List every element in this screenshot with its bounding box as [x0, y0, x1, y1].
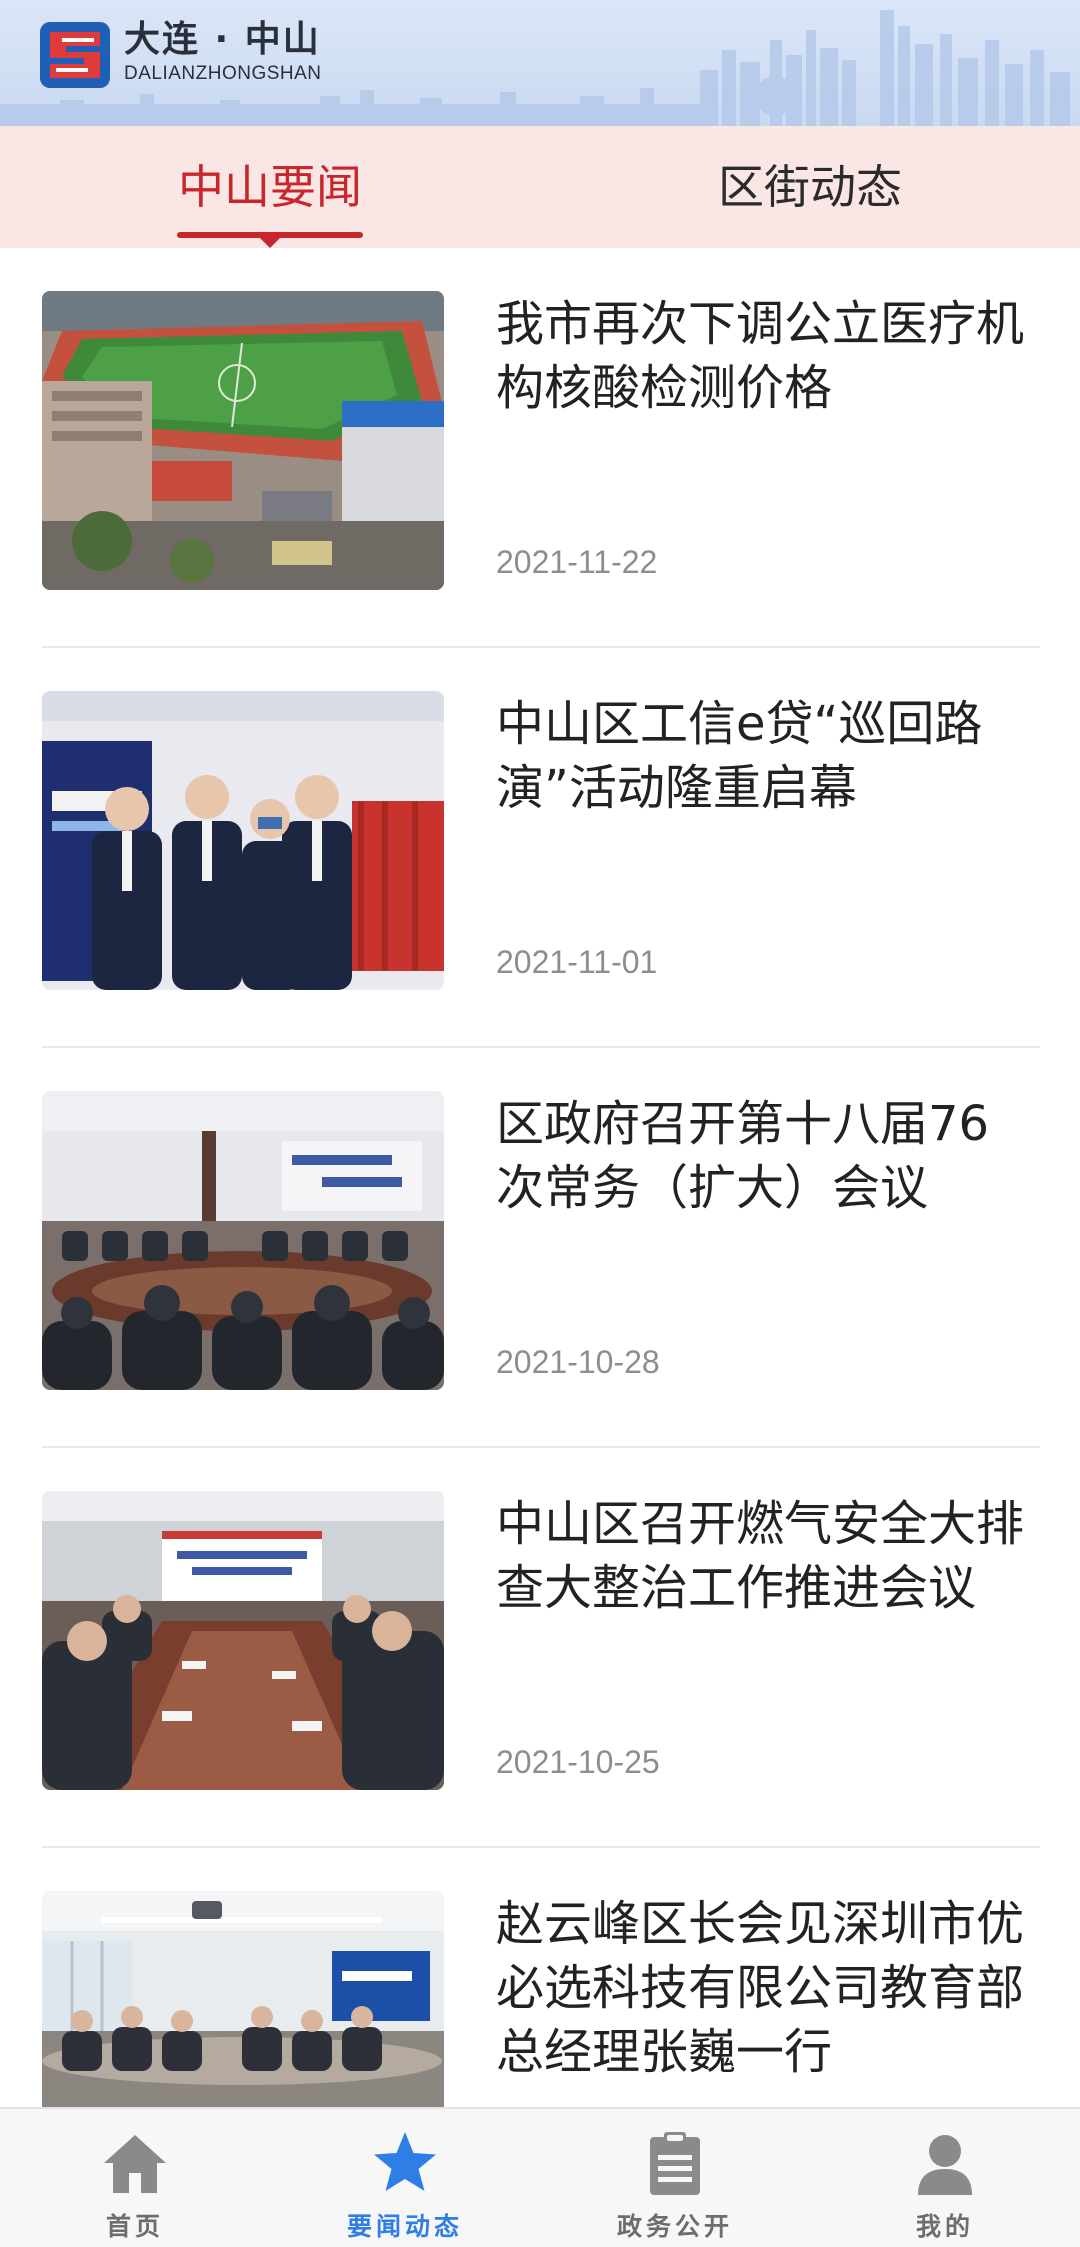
bottom-nav: 首页 要闻动态 政务公开 我的	[0, 2107, 1080, 2247]
nav-label: 政务公开	[616, 2212, 733, 2241]
clipboard-icon	[650, 2132, 700, 2195]
nav-label: 要闻动态	[346, 2212, 463, 2241]
news-thumbnail	[42, 291, 444, 590]
news-date: 2021-10-25	[496, 1744, 660, 1780]
news-item[interactable]: 中山区工信e贷“巡回路演”活动隆重启幕 2021-11-01	[42, 648, 1040, 1048]
news-item[interactable]: 区政府召开第十八届76次常务（扩大）会议 2021-10-28	[42, 1048, 1040, 1448]
news-thumbnail	[42, 691, 444, 990]
news-date: 2021-11-22	[496, 544, 658, 580]
news-title: 赵云峰区长会见深圳市优必选科技有限公司教育部总经理张巍一行	[496, 1896, 1025, 2080]
tab-label: 中山要闻	[178, 160, 362, 214]
nav-label: 我的	[915, 2212, 974, 2241]
news-date: 2021-10-28	[496, 1344, 660, 1380]
home-icon	[104, 2135, 166, 2193]
tab-label: 区街动态	[718, 160, 902, 214]
news-thumbnail	[42, 1491, 444, 1790]
news-title: 区政府召开第十八届76次常务（扩大）会议	[496, 1096, 990, 1216]
tab-bar: 中山要闻 区街动态	[0, 126, 1080, 248]
news-item[interactable]: 中山区召开燃气安全大排查大整治工作推进会议 2021-10-25	[42, 1448, 1040, 1848]
brand-name-en: DALIANZHONGSHAN	[124, 63, 322, 84]
brand-name-cn: 大连 · 中山	[124, 19, 321, 60]
app-logo-icon	[40, 22, 110, 88]
news-item[interactable]: 我市再次下调公立医疗机构核酸检测价格 2021-11-22	[42, 248, 1040, 648]
news-title: 中山区工信e贷“巡回路演”活动隆重启幕	[496, 696, 983, 816]
nav-label: 首页	[105, 2212, 164, 2241]
news-date: 2021-11-01	[496, 944, 658, 980]
user-icon	[918, 2135, 972, 2195]
nav-home[interactable]: 首页	[0, 2109, 270, 2247]
news-item[interactable]: 赵云峰区长会见深圳市优必选科技有限公司教育部总经理张巍一行	[42, 1848, 1040, 2108]
tab-caret-icon	[260, 238, 280, 248]
news-list: 我市再次下调公立医疗机构核酸检测价格 2021-11-22 中山区工信e贷“巡回…	[0, 248, 1080, 2108]
nav-gov-info[interactable]: 政务公开	[540, 2109, 810, 2247]
news-title: 我市再次下调公立医疗机构核酸检测价格	[496, 296, 1025, 416]
news-thumbnail	[42, 1891, 444, 2108]
brand-title: 大连 · 中山 DALIANZHONGSHAN	[124, 18, 322, 86]
tab-district-news[interactable]: 区街动态	[540, 126, 1080, 248]
news-title: 中山区召开燃气安全大排查大整治工作推进会议	[496, 1496, 1025, 1616]
nav-profile[interactable]: 我的	[810, 2109, 1080, 2247]
app-header: 大连 · 中山 DALIANZHONGSHAN	[0, 0, 1080, 126]
news-thumbnail	[42, 1091, 444, 1390]
tab-zhongshan-news[interactable]: 中山要闻	[0, 126, 540, 248]
star-icon	[374, 2132, 436, 2191]
nav-news[interactable]: 要闻动态	[270, 2109, 540, 2247]
